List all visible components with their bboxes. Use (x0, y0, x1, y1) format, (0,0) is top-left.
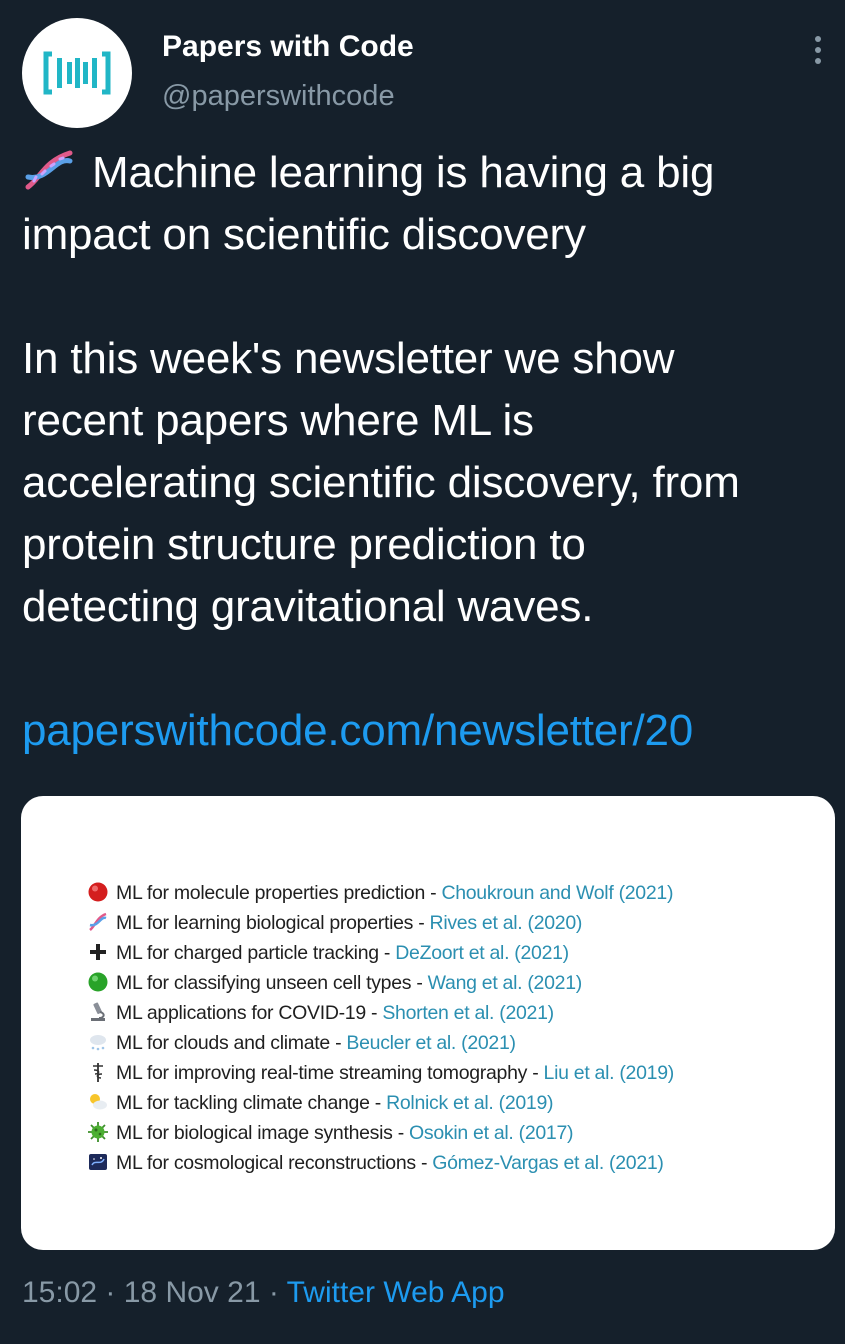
tweet-line-2: impact on scientific discovery (22, 210, 586, 259)
citation: Osokin et al. (2017) (409, 1122, 574, 1144)
more-vertical-icon[interactable] (806, 32, 830, 68)
list-item: ML for clouds and climate - Beucler et a… (87, 1028, 674, 1058)
tweet-text: Machine learning is having a big impact … (22, 142, 837, 762)
green-circle-icon (88, 972, 108, 992)
list-item: ML for classifying unseen cell types - W… (87, 968, 674, 998)
citation: Rolnick et al. (2019) (386, 1092, 554, 1114)
red-circle-icon (88, 882, 108, 902)
microbe-icon (88, 1122, 108, 1142)
citation: Shorten et al. (2021) (382, 1002, 554, 1024)
list-item: ML for improving real-time streaming tom… (87, 1058, 674, 1088)
author-display-name[interactable]: Papers with Code (162, 30, 414, 64)
sun-cloud-icon (90, 1094, 107, 1110)
galaxy-icon (89, 1154, 107, 1170)
citation: Beucler et al. (2021) (346, 1032, 516, 1054)
citation: Gómez-Vargas et al. (2021) (432, 1152, 664, 1174)
list-item: ML for cosmological reconstructions - Gó… (87, 1148, 674, 1178)
tweet-line-5: accelerating scientific discovery, from (22, 458, 740, 507)
tweet-line-1: Machine learning is having a big (92, 148, 715, 197)
citation: DeZoort et al. (2021) (395, 942, 569, 964)
paperswithcode-logo (43, 51, 111, 95)
list-item: ML for molecule properties prediction - … (87, 878, 674, 908)
citation: Rives et al. (2020) (429, 912, 583, 934)
tweet-line-7: detecting gravitational waves. (22, 582, 594, 631)
dna-icon (89, 912, 107, 931)
source-app-link[interactable]: Twitter Web App (287, 1276, 505, 1309)
citation: Wang et al. (2021) (427, 972, 583, 994)
paper-list: ML for molecule properties prediction - … (87, 878, 674, 1178)
dna-icon (25, 150, 73, 190)
caduceus-icon (93, 1063, 103, 1082)
microscope-icon (91, 1002, 105, 1021)
tweet-image[interactable]: ML for molecule properties prediction - … (21, 796, 835, 1250)
list-item: ML for biological image synthesis - Osok… (87, 1118, 674, 1148)
tweet-line-6: protein structure prediction to (22, 520, 586, 569)
avatar[interactable] (22, 18, 132, 128)
citation: Liu et al. (2019) (543, 1062, 675, 1084)
list-item: ML applications for COVID-19 - Shorten e… (87, 998, 674, 1028)
list-item: ML for tackling climate change - Rolnick… (87, 1088, 674, 1118)
tweet-line: Machine learning is having a big (22, 142, 837, 204)
tweet-line-3: In this week's newsletter we show (22, 334, 675, 383)
newsletter-link[interactable]: paperswithcode.com/newsletter/20 (22, 706, 693, 755)
cloud-snow-icon (90, 1035, 106, 1051)
tweet-date[interactable]: 18 Nov 21 (124, 1276, 261, 1309)
citation: Choukroun and Wolf (2021) (441, 882, 674, 904)
tweet-line-4: recent papers where ML is (22, 396, 534, 445)
tweet-time[interactable]: 15:02 (22, 1276, 97, 1309)
list-item: ML for charged particle tracking - DeZoo… (87, 938, 674, 968)
plus-icon (90, 944, 106, 960)
tweet-meta: 15:02 · 18 Nov 21 · Twitter Web App (22, 1276, 505, 1309)
list-item: ML for learning biological properties - … (87, 908, 674, 938)
author-handle[interactable]: @paperswithcode (162, 80, 395, 113)
